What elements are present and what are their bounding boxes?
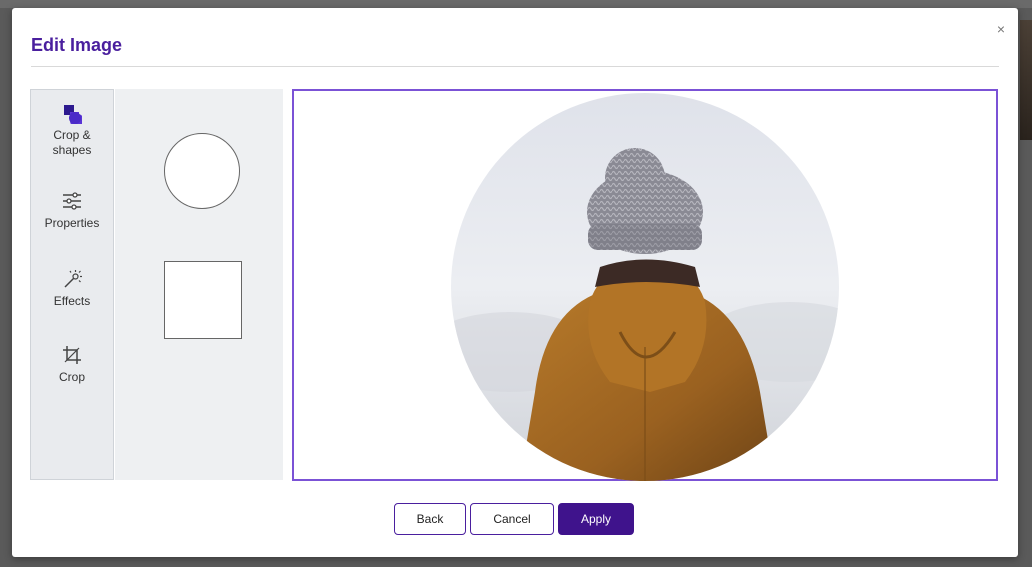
tool-label-crop-shapes: Crop & shapes [52, 128, 92, 157]
circle-shape-option[interactable] [164, 133, 240, 209]
back-button[interactable]: Back [394, 503, 466, 535]
tool-properties[interactable]: Properties [31, 190, 113, 231]
tool-label-effects: Effects [53, 294, 91, 308]
apply-button[interactable]: Apply [558, 503, 634, 535]
cropped-photo [451, 93, 839, 481]
dialog-title: Edit Image [31, 35, 123, 55]
tool-crop-shapes[interactable]: Crop & shapes [31, 104, 113, 158]
cancel-button[interactable]: Cancel [470, 503, 554, 535]
image-preview-canvas[interactable] [292, 89, 998, 481]
tool-effects[interactable]: Effects [31, 268, 113, 309]
tool-label-properties: Properties [44, 216, 100, 230]
title-divider [31, 66, 999, 67]
tool-rail: Crop & shapes Properties Effects Crop [30, 89, 114, 480]
edit-image-dialog: Edit Image × Crop & shapes Properties Ef… [12, 8, 1018, 557]
magic-wand-icon [64, 270, 82, 288]
square-shape-option[interactable] [164, 261, 242, 339]
tool-label-crop: Crop [58, 370, 85, 384]
sliders-icon [63, 192, 81, 210]
close-button[interactable]: × [994, 22, 1008, 36]
page-backdrop [0, 0, 1032, 8]
tool-crop[interactable]: Crop [31, 344, 113, 385]
background-photo-edge [1020, 20, 1032, 140]
crop-shapes-icon [64, 105, 82, 124]
shape-panel [115, 89, 283, 480]
crop-icon [63, 346, 81, 364]
